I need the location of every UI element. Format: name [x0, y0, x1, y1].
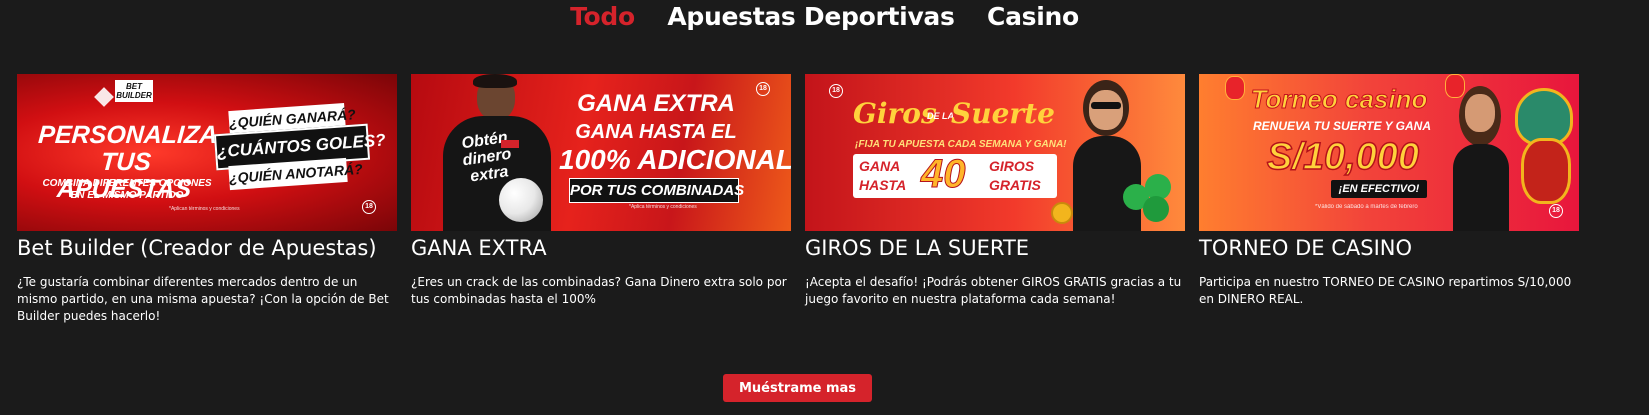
cash-label: ¡EN EFECTIVO!	[1331, 180, 1427, 198]
banner-line-2: GANA HASTA EL	[575, 121, 737, 143]
promo-card-gana-extra: Obtén dinero extra GANA EXTRA GANA HASTA…	[411, 74, 791, 308]
card-description: ¿Eres un crack de las combinadas? Gana D…	[411, 275, 787, 306]
banner-line-3: 100% ADICIONAL	[559, 144, 791, 175]
banner-fine-print: *Válido de sábado a martes de febrero	[1315, 204, 1418, 210]
card-title[interactable]: TORNEO DE CASINO	[1199, 236, 1579, 260]
clover-icon	[1123, 174, 1173, 224]
age-18-icon: 18	[362, 200, 376, 214]
promo-card-torneo-de-casino: Torneo casino RENUEVA TU SUERTE Y GANA S…	[1199, 74, 1579, 308]
soccer-ball-icon	[499, 178, 543, 222]
category-tabs: Todo Apuestas Deportivas Casino	[0, 2, 1649, 31]
card-title[interactable]: GANA EXTRA	[411, 236, 791, 260]
promo-banner-torneo-de-casino[interactable]: Torneo casino RENUEVA TU SUERTE Y GANA S…	[1199, 74, 1579, 231]
banner-line-1: GANA EXTRA	[577, 90, 735, 117]
banner-line-4: POR TUS COMBINADAS	[569, 178, 744, 203]
age-18-icon: 18	[756, 82, 770, 96]
promo-card-giros-de-la-suerte: 18 Giros DE LA Suerte ¡FIJA TU APUESTA C…	[805, 74, 1185, 308]
coin-icon	[1051, 202, 1073, 224]
tab-todo[interactable]: Todo	[570, 2, 635, 31]
age-18-icon: 18	[829, 84, 843, 98]
lantern-icon	[1225, 76, 1245, 100]
card-description: ¿Te gustaría combinar diferentes mercado…	[17, 275, 389, 323]
show-more-button[interactable]: Muéstrame mas	[723, 374, 872, 402]
banner-fine-print: *Aplica términos y condiciones	[629, 204, 697, 210]
tab-casino[interactable]: Casino	[987, 2, 1079, 31]
card-title[interactable]: GIROS DE LA SUERTE	[805, 236, 1185, 260]
giros-logo: Giros DE LA Suerte	[853, 97, 1055, 130]
dragon-icon	[1505, 78, 1575, 204]
prize-amount: S/10,000	[1266, 136, 1420, 178]
shirt-text: Obtén dinero extra	[460, 129, 513, 186]
prize-box: GANA HASTA 40 GIROS GRATIS	[853, 154, 1057, 198]
card-description: Participa en nuestro TORNEO DE CASINO re…	[1199, 275, 1572, 306]
banner-tagline: RENUEVA TU SUERTE Y GANA	[1252, 119, 1432, 133]
banner-fine-print: *Aplican términos y condiciones	[169, 206, 240, 212]
host-woman-image	[1449, 86, 1513, 231]
banner-tagline: ¡FIJA TU APUESTA CADA SEMANA Y GANA!	[855, 139, 1067, 150]
age-18-icon: 18	[1549, 204, 1563, 218]
card-title[interactable]: Bet Builder (Creador de Apuestas)	[17, 236, 397, 260]
card-description: ¡Acepta el desafío! ¡Podrás obtener GIRO…	[805, 275, 1182, 306]
torneo-logo: Torneo casino	[1250, 84, 1428, 114]
promo-banner-bet-builder[interactable]: BET BUILDER PERSONALIZA TUS APUESTAS COM…	[17, 74, 397, 231]
banner-subline: COMBINA DIFERENTES OPCIONES EN EL MISMO …	[42, 178, 212, 201]
promo-banner-gana-extra[interactable]: Obtén dinero extra GANA EXTRA GANA HASTA…	[411, 74, 791, 231]
promo-banner-giros-de-la-suerte[interactable]: 18 Giros DE LA Suerte ¡FIJA TU APUESTA C…	[805, 74, 1185, 231]
promo-card-bet-builder: BET BUILDER PERSONALIZA TUS APUESTAS COM…	[17, 74, 397, 325]
tab-apuestas-deportivas[interactable]: Apuestas Deportivas	[667, 2, 955, 31]
